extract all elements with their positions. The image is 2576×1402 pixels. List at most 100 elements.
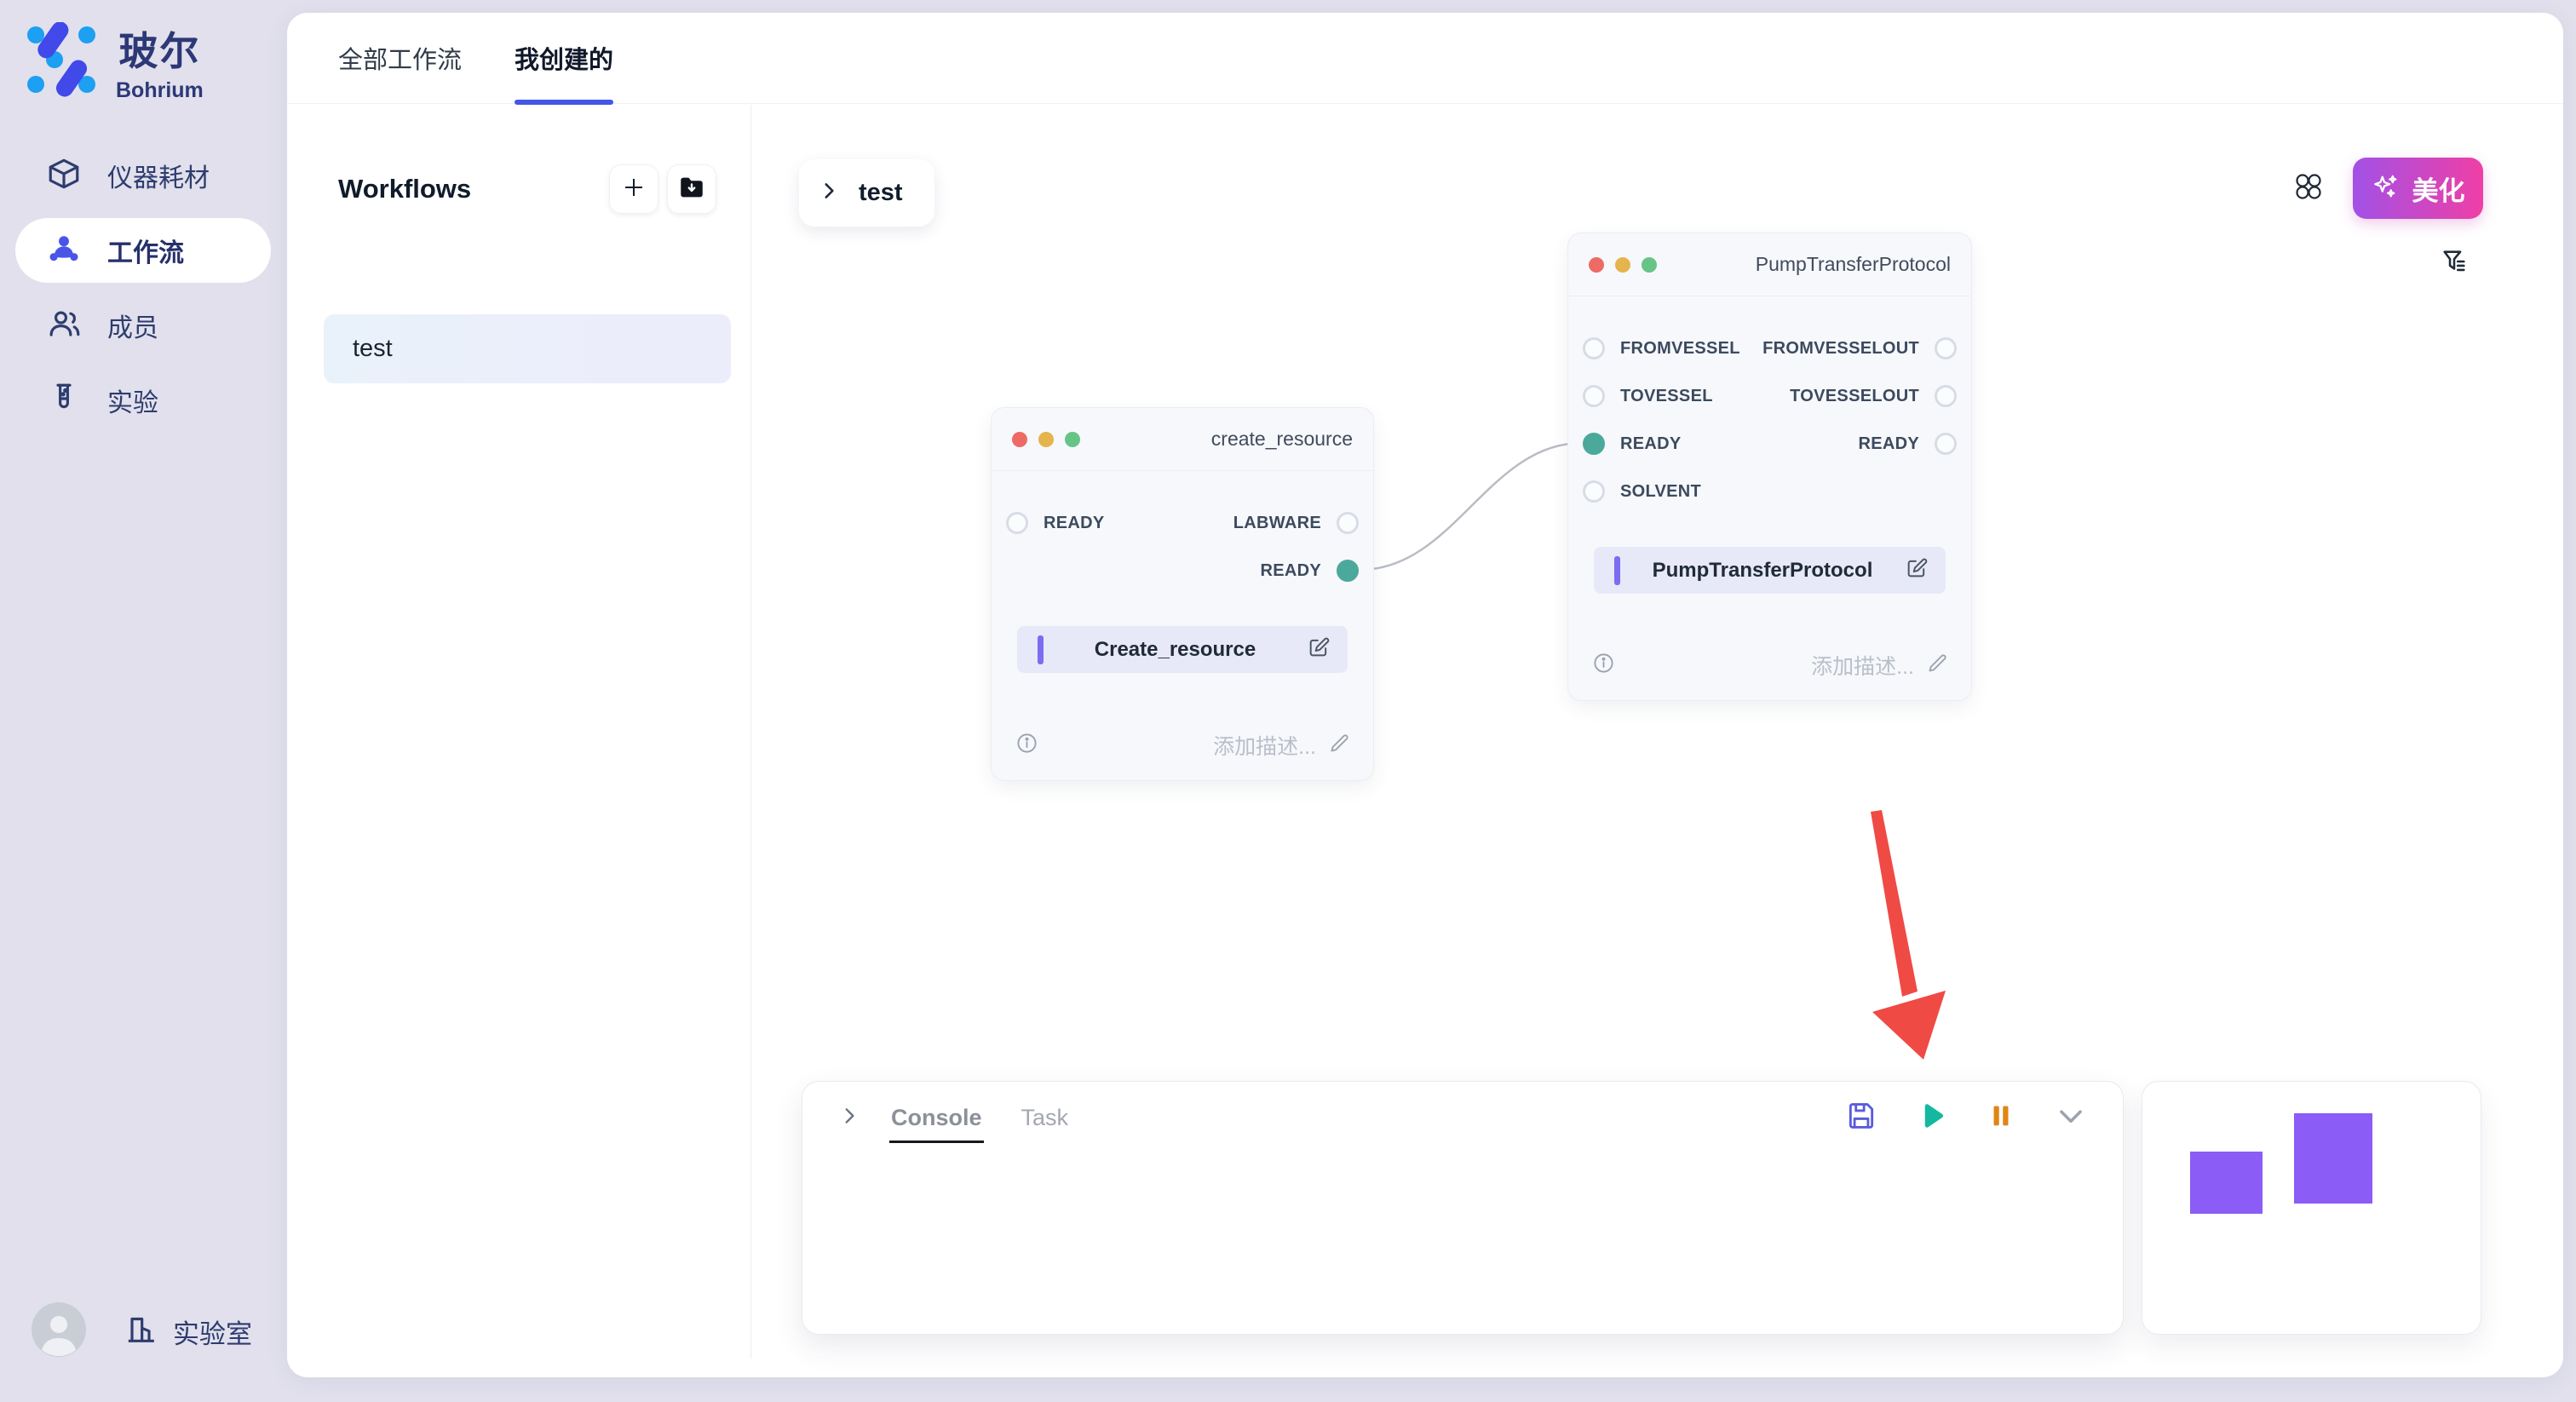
- members-icon: [46, 306, 82, 346]
- pill-accent-bar: [1038, 635, 1044, 664]
- pencil-icon: [1328, 732, 1351, 759]
- beautify-button[interactable]: 美化: [2353, 158, 2483, 219]
- edit-icon[interactable]: [1905, 556, 1929, 584]
- folder-download-icon: [677, 173, 706, 206]
- input-port[interactable]: [1583, 433, 1605, 455]
- port-label: READY: [1858, 434, 1919, 454]
- main-content: 全部工作流 我创建的 Workflows: [287, 13, 2563, 1377]
- input-port[interactable]: [1583, 337, 1605, 359]
- sidebar-item-label: 实验: [107, 382, 158, 419]
- port-label: SOLVENT: [1620, 482, 1701, 502]
- pause-icon: [1987, 1101, 2015, 1135]
- node-header[interactable]: PumpTransferProtocol: [1568, 233, 1971, 296]
- output-port[interactable]: [1935, 385, 1957, 407]
- input-port[interactable]: [1583, 480, 1605, 503]
- input-port[interactable]: [1583, 385, 1605, 407]
- output-port[interactable]: [1337, 512, 1359, 534]
- beautify-label: 美化: [2412, 170, 2465, 208]
- add-description-button[interactable]: 添加描述...: [1213, 730, 1351, 761]
- port-row: SOLVENT: [1568, 468, 1971, 515]
- filter-icon: [2440, 247, 2469, 280]
- node-task-pill[interactable]: Create_resource: [1017, 626, 1348, 673]
- pause-button[interactable]: [1987, 1101, 2015, 1135]
- info-icon[interactable]: [1015, 732, 1038, 759]
- node-pump-transfer-protocol[interactable]: PumpTransferProtocol FROMVESSELFROMVESSE…: [1567, 233, 1972, 701]
- port-row: READYLABWARE: [992, 499, 1373, 547]
- chevron-down-icon: [2055, 1100, 2087, 1136]
- sidebar: 玻尔 Bohrium 仪器耗材 工作流: [0, 0, 287, 1402]
- chevron-right-icon: [838, 1105, 860, 1131]
- node-ports: READYLABWARE READY: [992, 471, 1373, 595]
- port-label: FROMVESSEL: [1620, 339, 1740, 359]
- tab-task[interactable]: Task: [1021, 1105, 1069, 1131]
- console-expand-button[interactable]: [838, 1105, 860, 1131]
- tab-my-created[interactable]: 我创建的: [515, 13, 613, 103]
- pill-accent-bar: [1614, 556, 1620, 585]
- chevron-right-icon: [818, 180, 840, 206]
- run-button[interactable]: [1917, 1100, 1947, 1135]
- edit-icon[interactable]: [1307, 635, 1331, 664]
- collapse-console-button[interactable]: [2055, 1100, 2087, 1136]
- node-title: create_resource: [1211, 428, 1353, 451]
- port-label: READY: [1260, 561, 1321, 581]
- node-header[interactable]: create_resource: [992, 408, 1373, 471]
- save-icon: [1845, 1100, 1877, 1136]
- node-title: PumpTransferProtocol: [1756, 253, 1951, 276]
- workflow-tabs: 全部工作流 我创建的: [287, 13, 2563, 104]
- workflow-list-item[interactable]: test: [324, 314, 731, 383]
- output-port[interactable]: [1337, 560, 1359, 582]
- port-label: TOVESSEL: [1620, 387, 1713, 406]
- panel-title: Workflows: [338, 174, 471, 204]
- sidebar-item-consumables[interactable]: 仪器耗材: [15, 143, 271, 208]
- layout-command-button[interactable]: [2291, 170, 2326, 206]
- port-label: TOVESSELOUT: [1790, 387, 1919, 406]
- tab-console[interactable]: Console: [891, 1105, 982, 1131]
- sidebar-item-label: 成员: [107, 307, 158, 344]
- command-icon: [2294, 172, 2323, 205]
- app-logo: 玻尔 Bohrium: [24, 20, 204, 103]
- add-workflow-button[interactable]: [609, 164, 658, 214]
- console-panel: Console Task: [802, 1081, 2124, 1335]
- building-icon: [124, 1313, 158, 1351]
- traffic-dots-icon: [1589, 257, 1657, 273]
- import-folder-button[interactable]: [667, 164, 716, 214]
- info-icon[interactable]: [1592, 652, 1615, 679]
- minimap[interactable]: [2142, 1081, 2481, 1335]
- pencil-icon: [1926, 652, 1949, 679]
- logo-subtitle: Bohrium: [116, 78, 204, 103]
- breadcrumb-label: test: [859, 179, 903, 207]
- workspace-switcher[interactable]: 实验室: [124, 1313, 252, 1351]
- add-description-button[interactable]: 添加描述...: [1811, 650, 1949, 681]
- save-button[interactable]: [1845, 1100, 1877, 1136]
- workflow-list-panel: Workflows test: [287, 105, 751, 1359]
- play-icon: [1917, 1100, 1947, 1135]
- tab-all-workflows[interactable]: 全部工作流: [338, 13, 462, 103]
- input-port[interactable]: [1006, 512, 1028, 534]
- pill-label: Create_resource: [1044, 638, 1307, 662]
- port-row: TOVESSEL TOVESSELOUT: [1568, 372, 1971, 420]
- workspace-label: 实验室: [173, 1313, 252, 1351]
- port-row: READY: [992, 547, 1373, 595]
- sidebar-item-experiments[interactable]: 实验: [15, 368, 271, 433]
- workflow-icon: [46, 231, 82, 271]
- description-placeholder: 添加描述...: [1213, 730, 1316, 761]
- minimap-node: [2294, 1113, 2372, 1204]
- output-port[interactable]: [1935, 337, 1957, 359]
- avatar[interactable]: [32, 1302, 86, 1361]
- traffic-dots-icon: [1012, 432, 1080, 447]
- port-label: LABWARE: [1233, 514, 1321, 533]
- logo-title: 玻尔: [118, 20, 200, 77]
- workflow-item-label: test: [353, 335, 393, 363]
- filter-button[interactable]: [2435, 244, 2473, 282]
- sidebar-item-workflows[interactable]: 工作流: [15, 218, 271, 283]
- node-ports: FROMVESSEL FROMVESSELOUT TOVESSEL TOVESSELO…: [1568, 296, 1971, 515]
- sidebar-item-members[interactable]: 成员: [15, 293, 271, 358]
- bohrium-logo-icon: [24, 22, 99, 101]
- canvas-breadcrumb-test[interactable]: test: [799, 159, 934, 227]
- package-icon: [46, 156, 82, 196]
- node-create-resource[interactable]: create_resource READYLABWARE READY Create…: [991, 407, 1374, 781]
- node-task-pill[interactable]: PumpTransferProtocol: [1594, 547, 1946, 594]
- output-port[interactable]: [1935, 433, 1957, 455]
- sidebar-item-label: 工作流: [107, 232, 184, 269]
- port-label: FROMVESSELOUT: [1762, 339, 1919, 359]
